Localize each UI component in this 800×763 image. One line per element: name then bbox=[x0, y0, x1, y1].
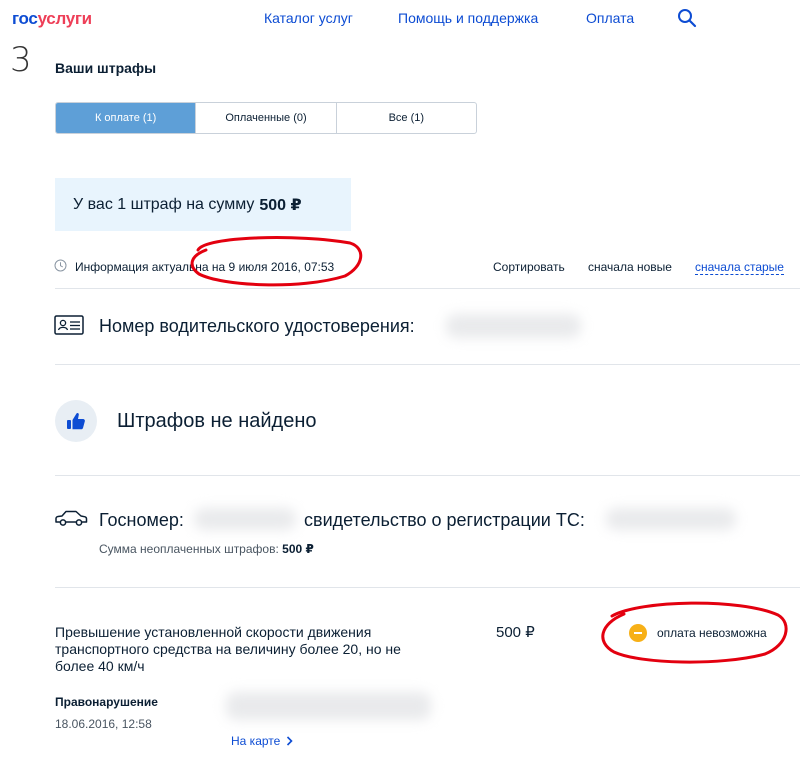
thumbs-up-icon bbox=[67, 413, 85, 430]
logo-part-gos: гос bbox=[12, 9, 38, 28]
divider bbox=[55, 288, 800, 289]
redacted-offense-location bbox=[226, 692, 431, 720]
redacted-cert-number bbox=[606, 508, 736, 530]
sort-label: Сортировать bbox=[493, 260, 565, 274]
fines-summary: У вас 1 штраф на сумму 500 ₽ bbox=[55, 178, 351, 231]
logo-part-uslugi: услуги bbox=[37, 9, 93, 28]
page-title: Ваши штрафы bbox=[55, 60, 157, 76]
redacted-plate-number bbox=[194, 508, 296, 530]
tab-all[interactable]: Все (1) bbox=[335, 103, 476, 133]
nav-payment[interactable]: Оплата bbox=[586, 10, 634, 26]
tab-to-pay[interactable]: К оплате (1) bbox=[56, 103, 196, 133]
divider bbox=[55, 587, 800, 588]
map-link[interactable]: На карте bbox=[231, 734, 293, 748]
chevron-right-icon bbox=[286, 736, 293, 746]
unpaid-label: Сумма неоплаченных штрафов: bbox=[99, 542, 279, 556]
car-icon bbox=[55, 510, 88, 526]
divider bbox=[55, 475, 800, 476]
fine-title[interactable]: Превышение установленной скорости движен… bbox=[55, 624, 430, 675]
id-card-icon bbox=[54, 315, 84, 335]
license-label: Номер водительского удостоверения: bbox=[99, 316, 415, 336]
offense-label: Правонарушение bbox=[55, 695, 158, 709]
plate-label: Госномер: bbox=[99, 510, 184, 530]
offense-date: 18.06.2016, 12:58 bbox=[55, 717, 152, 731]
map-link-label: На карте bbox=[231, 734, 281, 748]
fine-amount: 500 ₽ bbox=[496, 624, 535, 641]
nav-help[interactable]: Помощь и поддержка bbox=[398, 10, 538, 26]
divider bbox=[55, 364, 800, 365]
no-fines-text: Штрафов не найдено bbox=[117, 410, 317, 432]
sort-oldest-link[interactable]: сначала старые bbox=[695, 260, 784, 275]
payment-status: оплата невозможна bbox=[657, 626, 767, 640]
sort-newest[interactable]: сначала новые bbox=[588, 260, 672, 274]
gosuslugi-logo[interactable]: госуслуги bbox=[12, 9, 92, 29]
summary-amount: 500 ₽ bbox=[259, 196, 302, 214]
thumbs-up-badge bbox=[55, 400, 97, 442]
warning-icon bbox=[629, 624, 647, 642]
info-updated: Информация актуальна на 9 июля 2016, 07:… bbox=[75, 260, 335, 274]
unpaid-amount: 500 ₽ bbox=[282, 542, 314, 556]
step-number: 3 bbox=[10, 40, 32, 80]
nav-catalog[interactable]: Каталог услуг bbox=[264, 10, 353, 26]
clock-icon bbox=[54, 259, 67, 272]
summary-text: У вас 1 штраф на сумму bbox=[73, 195, 255, 213]
unpaid-sum: Сумма неоплаченных штрафов: 500 ₽ bbox=[99, 542, 314, 556]
fines-tabs: К оплате (1) Оплаченные (0) Все (1) bbox=[55, 102, 477, 134]
tab-paid[interactable]: Оплаченные (0) bbox=[195, 103, 335, 133]
search-icon[interactable] bbox=[677, 8, 697, 28]
registration-cert-label: свидетельство о регистрации ТС: bbox=[304, 510, 585, 530]
redacted-license-number bbox=[446, 314, 581, 338]
